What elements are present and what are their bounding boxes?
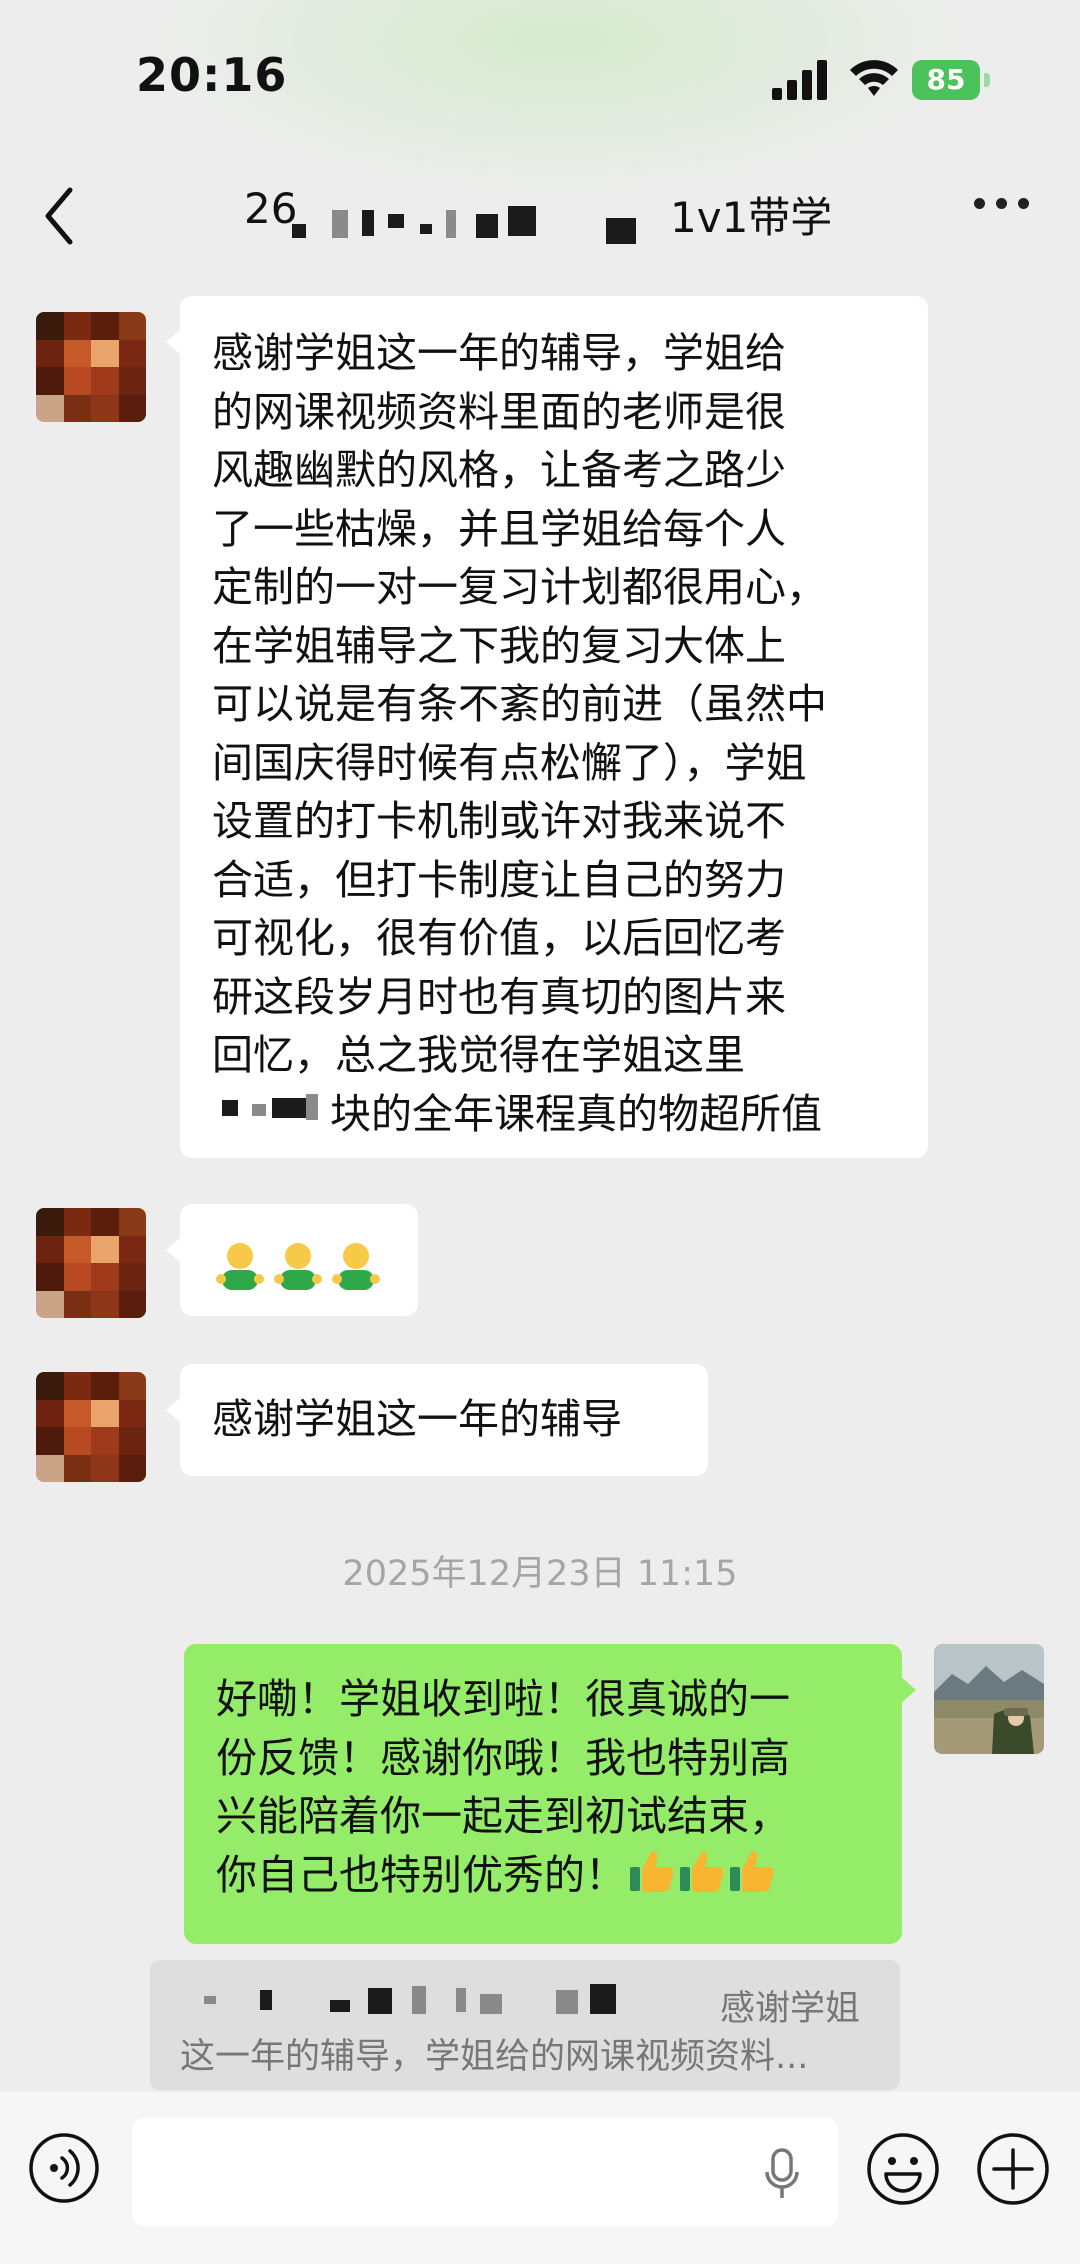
person-emoji bbox=[332, 1243, 380, 1290]
message-line: 份反馈！感谢你哦！我也特别高 bbox=[216, 1733, 790, 1782]
voice-icon[interactable] bbox=[28, 2132, 100, 2204]
message-line: 可以说是有条不紊的前进（虽然中 bbox=[212, 680, 827, 728]
message-bubble-outgoing[interactable]: 好嘞！学姐收到啦！很真诚的一 份反馈！感谢你哦！我也特别高 兴能陪着你一起走到初… bbox=[184, 1644, 916, 1944]
plus-icon[interactable] bbox=[976, 2132, 1050, 2206]
message-line: 风趣幽默的风格，让备考之路少 bbox=[212, 446, 786, 494]
person-emoji bbox=[216, 1243, 264, 1290]
contact-avatar[interactable] bbox=[36, 1208, 146, 1318]
emoji-icon[interactable] bbox=[866, 2132, 940, 2206]
wifi-icon bbox=[850, 60, 898, 96]
person-emoji bbox=[274, 1243, 322, 1290]
quote-line-2: 这一年的辅导，学姐给的网课视频资料... bbox=[180, 2037, 809, 2077]
status-bar: 20:16 85 bbox=[0, 0, 1080, 160]
message-line: 兴能陪着你一起走到初试结束， bbox=[216, 1792, 790, 1840]
contact-avatar[interactable] bbox=[36, 312, 146, 422]
message-input[interactable] bbox=[132, 2118, 838, 2226]
message-text: 你自己也特别优秀的！ bbox=[216, 1850, 626, 1899]
message-line: 你自己也特别优秀的！ bbox=[216, 1846, 790, 1905]
message-bubble-incoming[interactable]: 感谢学姐这一年的辅导 bbox=[166, 1364, 708, 1476]
chat-header: 26 1v1带学 bbox=[0, 160, 1080, 272]
thumbs-up-emoji bbox=[630, 1850, 674, 1892]
thumbs-up-emoji bbox=[680, 1850, 724, 1892]
more-dots-icon[interactable] bbox=[974, 198, 1030, 212]
thumbs-up-emoji bbox=[730, 1850, 774, 1892]
contact-avatar[interactable] bbox=[36, 1372, 146, 1482]
message-line: 的网课视频资料里面的老师是很 bbox=[212, 387, 786, 436]
message-line: 间国庆得时候有点松懈了），学姐 bbox=[212, 738, 807, 787]
chat-input-bar bbox=[0, 2092, 1080, 2264]
message-text: 感谢学姐这一年的辅导 bbox=[212, 1395, 622, 1443]
message-line: 感谢学姐这一年的辅导，学姐给 bbox=[212, 329, 786, 377]
battery-level: 85 bbox=[912, 60, 980, 100]
mic-icon[interactable] bbox=[764, 2148, 800, 2200]
battery-icon: 85 bbox=[912, 60, 990, 100]
message-line: 好嘞！学姐收到啦！很真诚的一 bbox=[216, 1675, 790, 1723]
message-line: 合适，但打卡制度让自己的努力 bbox=[212, 855, 786, 904]
chat-title: 26 1v1带学 bbox=[240, 184, 840, 244]
message-bubble-incoming[interactable] bbox=[166, 1204, 418, 1316]
message-line: 定制的一对一复习计划都很用心， bbox=[212, 563, 827, 611]
message-line: 研这段岁月时也有真切的图片来 bbox=[212, 972, 786, 1021]
chat-title-suffix: 1v1带学 bbox=[670, 193, 833, 242]
chevron-left-icon[interactable] bbox=[40, 182, 80, 250]
message-line: 设置的打卡机制或许对我来说不 bbox=[212, 797, 786, 845]
chat-timestamp: 2025年12月23日 11:15 bbox=[342, 1554, 738, 1594]
message-line: 在学姐辅导之下我的复习大体上 bbox=[212, 621, 786, 670]
quoted-message-preview[interactable]: 感谢学姐 这一年的辅导，学姐给的网课视频资料... bbox=[150, 1960, 900, 2090]
my-avatar[interactable] bbox=[934, 1644, 1044, 1754]
message-line: 了一些枯燥，并且学姐给每个人 bbox=[212, 504, 786, 553]
signal-icon bbox=[772, 60, 827, 100]
quote-line-1: 感谢学姐 bbox=[719, 1989, 860, 2029]
message-line: 可视化，很有价值，以后回忆考 bbox=[212, 914, 786, 962]
chat-title-prefix: 26 bbox=[244, 184, 298, 233]
message-line: 回忆，总之我觉得在学姐这里 bbox=[212, 1031, 745, 1079]
message-bubble-incoming[interactable]: 感谢学姐这一年的辅导，学姐给 的网课视频资料里面的老师是很 风趣幽默的风格，让备… bbox=[166, 296, 928, 1158]
status-time: 20:16 bbox=[136, 48, 288, 102]
